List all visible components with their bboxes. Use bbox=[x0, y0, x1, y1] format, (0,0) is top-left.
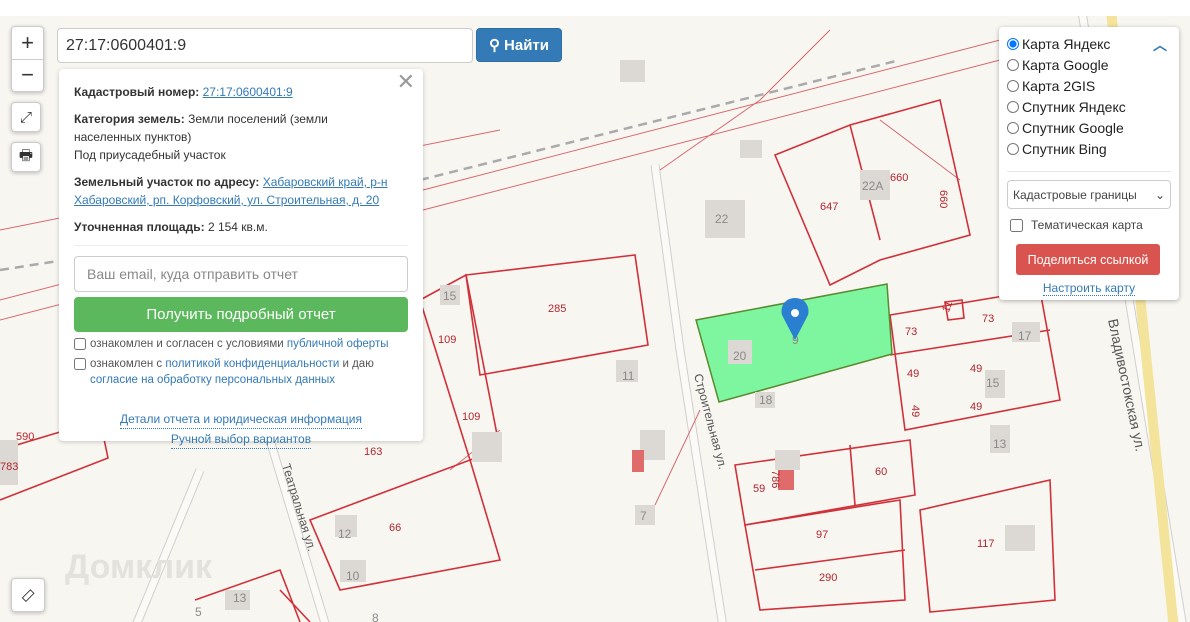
overlay-select[interactable]: Кадастровые границы ⌄ bbox=[1007, 180, 1171, 209]
thematic-map-label: Тематическая карта bbox=[1031, 218, 1143, 232]
land-use-value: Под приусадебный участок bbox=[74, 148, 226, 162]
get-report-button[interactable]: Получить подробный отчет bbox=[74, 297, 408, 332]
cad-number-link[interactable]: 27:17:0600401:9 bbox=[203, 85, 293, 99]
layer-option-label: Спутник Google bbox=[1022, 119, 1124, 136]
parcel-label: 73 bbox=[982, 313, 994, 325]
house-number: 13 bbox=[233, 591, 247, 605]
parcel-label: 117 bbox=[977, 538, 995, 550]
privacy-text: ознакомлен с bbox=[90, 358, 166, 370]
house-number: 11 bbox=[622, 369, 635, 383]
manual-choice-link[interactable]: Ручной выбор вариантов bbox=[170, 430, 312, 449]
parcel-label: 290 bbox=[819, 572, 837, 584]
offer-link[interactable]: публичной оферты bbox=[287, 338, 389, 350]
house-number: 22 bbox=[715, 212, 729, 226]
fullscreen-button[interactable]: ⤢ bbox=[11, 102, 41, 132]
search-icon: ⚲ bbox=[489, 37, 501, 54]
house-number: 8 bbox=[372, 611, 379, 622]
parcel-label: 109 bbox=[438, 334, 456, 346]
parcel-label: 647 bbox=[820, 201, 838, 213]
cad-number-label: Кадастровый номер: bbox=[74, 85, 200, 99]
zoom-control: + − bbox=[11, 26, 44, 92]
privacy-checkbox[interactable] bbox=[74, 358, 86, 370]
layer-option-label: Карта 2GIS bbox=[1022, 77, 1096, 94]
area-label: Уточненная площадь: bbox=[74, 220, 205, 234]
house-number: 20 bbox=[733, 349, 747, 363]
parcel-label: 60 bbox=[875, 466, 887, 478]
search-input[interactable] bbox=[57, 28, 473, 63]
layer-option[interactable]: Спутник Bing bbox=[1007, 138, 1171, 159]
configure-map-link[interactable]: Настроить карту bbox=[1042, 281, 1136, 296]
parcel-label: 49 bbox=[970, 401, 982, 413]
search-button-label: Найти bbox=[504, 36, 549, 54]
parcel-info-card: ✕ Кадастровый номер: 27:17:0600401:9 Кат… bbox=[59, 69, 423, 449]
chevron-up-icon[interactable]: ︿ bbox=[1153, 35, 1167, 55]
share-link-button[interactable]: Поделиться ссылкой bbox=[1016, 244, 1160, 275]
offer-checkbox[interactable] bbox=[74, 338, 86, 350]
divider bbox=[74, 245, 408, 246]
chevron-down-icon: ⌄ bbox=[1154, 187, 1165, 202]
privacy-link[interactable]: политикой конфиденциальности bbox=[165, 358, 339, 370]
overlay-select-value: Кадастровые границы bbox=[1013, 187, 1137, 202]
parcel-label: 786 bbox=[769, 470, 781, 488]
parcel-label: 660 bbox=[937, 190, 949, 208]
house-number: 12 bbox=[338, 527, 352, 541]
parcel-label: 49 bbox=[907, 368, 919, 380]
printer-icon: 🖶 bbox=[18, 146, 34, 164]
address-label: Земельный участок по адресу: bbox=[74, 175, 260, 189]
layer-option[interactable]: Спутник Яндекс bbox=[1007, 96, 1171, 117]
house-number: 22А bbox=[862, 179, 883, 193]
house-number: 10 bbox=[346, 569, 360, 583]
parcel-label: 59 bbox=[753, 483, 765, 495]
land-category-label: Категория земель: bbox=[74, 112, 185, 126]
house-number: 15 bbox=[986, 376, 1000, 390]
parcel-label: 49 bbox=[970, 363, 982, 375]
email-input[interactable] bbox=[74, 256, 408, 292]
layer-option[interactable]: Карта 2GIS bbox=[1007, 75, 1171, 96]
parcel-label: 49 bbox=[909, 405, 921, 417]
parcel-label: 109 bbox=[462, 411, 480, 423]
area-value: 2 154 кв.м. bbox=[207, 220, 268, 234]
ruler-icon: ▭ bbox=[16, 583, 40, 607]
search-button[interactable]: ⚲ Найти bbox=[476, 28, 562, 62]
parcel-label: 285 bbox=[548, 303, 566, 315]
parcel-label: 660 bbox=[890, 172, 908, 184]
layer-option-label: Спутник Bing bbox=[1022, 140, 1107, 157]
house-number: 5 bbox=[195, 605, 202, 619]
parcel-label: 590 bbox=[16, 431, 34, 443]
layer-option[interactable]: Карта Google bbox=[1007, 54, 1171, 75]
parcel-label: 97 bbox=[816, 529, 828, 541]
zoom-out-button[interactable]: − bbox=[12, 58, 43, 91]
layer-option-label: Карта Google bbox=[1022, 56, 1109, 73]
layer-option[interactable]: Карта Яндекс bbox=[1007, 33, 1171, 54]
parcel-label: 66 bbox=[389, 522, 401, 534]
watermark-logo: Домклик bbox=[65, 548, 213, 586]
privacy-text-2: и даю bbox=[339, 358, 374, 370]
house-number: 18 bbox=[759, 393, 773, 407]
parcel-label: 783 bbox=[0, 461, 18, 473]
thematic-map-toggle[interactable]: Тематическая карта bbox=[1010, 218, 1171, 232]
consent-link[interactable]: согласие на обработку персональных данны… bbox=[90, 374, 335, 386]
close-icon[interactable]: ✕ bbox=[397, 71, 415, 93]
parcel-label: 73 bbox=[905, 326, 917, 338]
report-details-link[interactable]: Детали отчета и юридическая информация bbox=[120, 410, 362, 429]
measure-button[interactable]: ▭ bbox=[11, 578, 45, 612]
expand-icon: ⤢ bbox=[19, 108, 32, 126]
layers-panel: ︿ Карта Яндекс Карта Google Карта 2GIS С… bbox=[999, 27, 1179, 300]
house-number: 13 bbox=[993, 437, 1007, 451]
house-number: 17 bbox=[1018, 329, 1032, 343]
offer-text: ознакомлен и согласен с условиями bbox=[90, 338, 287, 350]
layer-option-label: Спутник Яндекс bbox=[1022, 98, 1126, 115]
layer-option[interactable]: Спутник Google bbox=[1007, 117, 1171, 138]
layer-option-label: Карта Яндекс bbox=[1022, 35, 1111, 52]
zoom-in-button[interactable]: + bbox=[12, 27, 43, 59]
house-number: 7 bbox=[640, 509, 647, 523]
print-button[interactable]: 🖶 bbox=[11, 142, 41, 172]
house-number: 15 bbox=[443, 289, 457, 303]
